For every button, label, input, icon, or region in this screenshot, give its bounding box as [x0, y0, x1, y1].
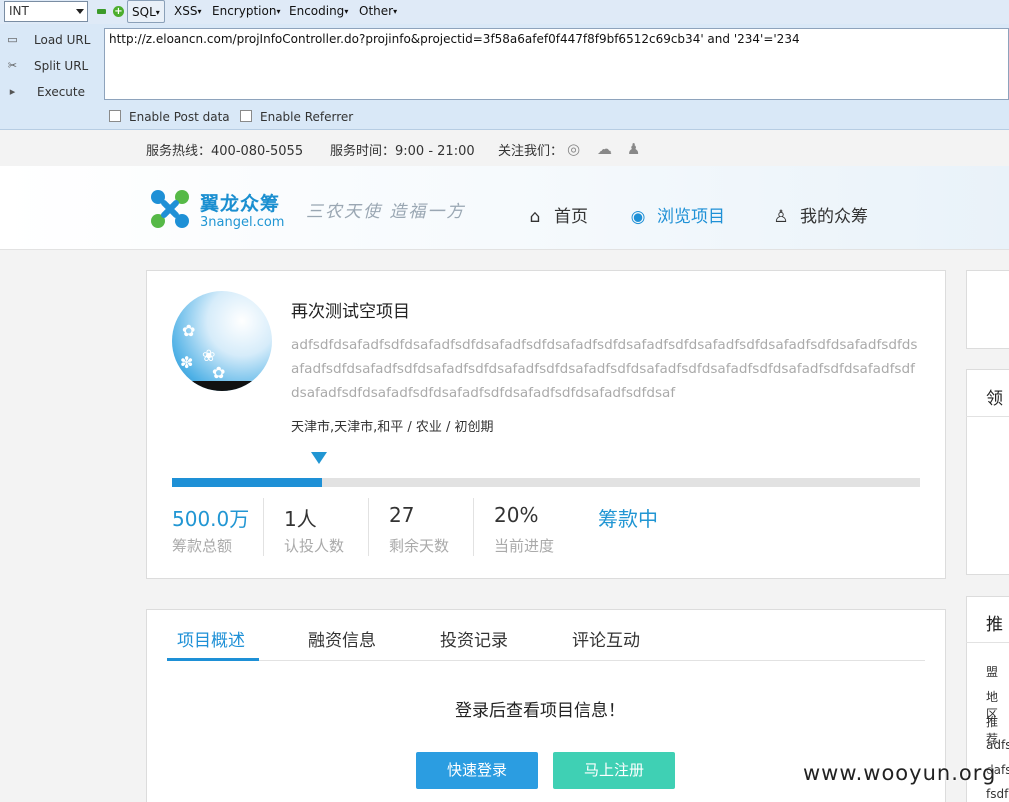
login-prompt: 登录后查看项目信息！	[455, 701, 625, 721]
nav-home[interactable]: ⌂ 首页	[524, 202, 588, 227]
logo-icon[interactable]	[146, 185, 194, 233]
menu-other[interactable]: Other▾	[355, 0, 401, 23]
sidebar-item[interactable]: 盟	[986, 663, 998, 680]
tab-overview[interactable]: 项目概述	[177, 626, 245, 651]
register-button[interactable]: 马上注册	[553, 752, 675, 789]
sql-type-select[interactable]: INT	[4, 1, 88, 22]
home-icon: ⌂	[529, 207, 541, 227]
project-title: 再次测试空项目	[291, 302, 410, 322]
menu-xss[interactable]: XSS▾	[170, 0, 205, 23]
stat-days-label: 剩余天数	[389, 537, 450, 555]
funding-status: 筹款中	[598, 507, 658, 531]
stat-total-label: 筹款总额	[172, 537, 233, 555]
stat-days-value: 27	[389, 503, 415, 527]
weibo-icon[interactable]: ◎	[567, 140, 580, 158]
menu-encoding[interactable]: Encoding▾	[285, 0, 352, 23]
hotline-text: 服务热线：400-080-5055	[146, 144, 304, 159]
split-url-button[interactable]: ✂ Split URL	[0, 54, 100, 78]
project-meta: 天津市,天津市,和平 / 农业 / 初创期	[291, 420, 494, 435]
follow-label: 关注我们：	[498, 144, 564, 159]
execute-button[interactable]: ▸ Execute	[0, 80, 100, 104]
stat-investors-value: 1人	[284, 507, 317, 531]
divider	[966, 642, 1009, 643]
nav-my-crowdfunding[interactable]: ♙ 我的众筹	[770, 202, 868, 227]
load-url-button[interactable]: ▭ Load URL	[0, 28, 100, 52]
tab-divider	[167, 660, 925, 661]
decrease-icon[interactable]	[97, 9, 106, 14]
divider	[368, 498, 369, 556]
checkbox-box	[240, 110, 252, 122]
checkbox-box	[109, 110, 121, 122]
sidebar-card-top	[966, 270, 1009, 349]
qq-icon[interactable]: ♟	[627, 140, 640, 158]
slogan: 三农天使 造福一方	[306, 202, 466, 222]
chevron-down-icon	[76, 9, 84, 14]
progress-marker	[311, 452, 327, 464]
stat-progress-label: 当前进度	[494, 537, 555, 555]
menu-encryption[interactable]: Encryption▾	[208, 0, 284, 23]
user-icon: ♙	[773, 207, 789, 227]
stat-total-value: 500.0万	[172, 507, 250, 531]
stat-investors-label: 认投人数	[284, 537, 345, 555]
divider	[473, 498, 474, 556]
tab-comments[interactable]: 评论互动	[572, 626, 640, 651]
progress-bar	[172, 478, 920, 487]
progress-fill	[172, 478, 322, 487]
divider	[966, 416, 1009, 417]
divider	[263, 498, 264, 556]
load-url-icon: ▭	[7, 33, 18, 46]
sql-type-value: INT	[9, 4, 29, 18]
eye-icon: ◉	[630, 207, 646, 227]
project-description: adfsdfdsafadfsdfdsafadfsdfdsafadfsdfdsaf…	[291, 337, 918, 401]
scissors-icon: ✂	[7, 59, 18, 72]
project-image: ✿ ❀ ✽ ✿	[172, 291, 272, 391]
nav-browse-projects[interactable]: ◉ 浏览项目	[627, 202, 725, 227]
stat-progress-value: 20%	[494, 503, 539, 527]
sidebar-title-recommend: 推	[986, 615, 1003, 635]
increase-icon[interactable]: +	[113, 6, 124, 17]
hours-text: 服务时间：9:00 - 21:00	[330, 144, 475, 159]
service-info-bar: 服务热线：400-080-5055 服务时间：9:00 - 21:00 关注我们…	[0, 131, 1009, 166]
tab-investment-records[interactable]: 投资记录	[440, 626, 508, 651]
sidebar-item[interactable]: fsdf	[986, 787, 1008, 801]
play-icon: ▸	[9, 85, 16, 98]
active-tab-indicator	[167, 658, 259, 661]
hackbar-toolbar: INT + SQL▾ XSS▾ Encryption▾ Encoding▾ Ot…	[0, 0, 1009, 130]
logo-text[interactable]: 翼龙众筹	[200, 189, 280, 216]
url-textarea[interactable]: http://z.eloancn.com/projInfoController.…	[104, 28, 1009, 100]
quick-login-button[interactable]: 快速登录	[416, 752, 538, 789]
sidebar-title-leader: 领	[986, 389, 1003, 409]
logo-domain: 3nangel.com	[200, 215, 285, 230]
sidebar-item[interactable]: adfs	[986, 738, 1009, 752]
tab-financing[interactable]: 融资信息	[308, 626, 376, 651]
wechat-icon[interactable]: ☁	[597, 140, 612, 158]
menu-sql[interactable]: SQL▾	[127, 0, 165, 23]
watermark: www.wooyun.org	[803, 761, 997, 785]
